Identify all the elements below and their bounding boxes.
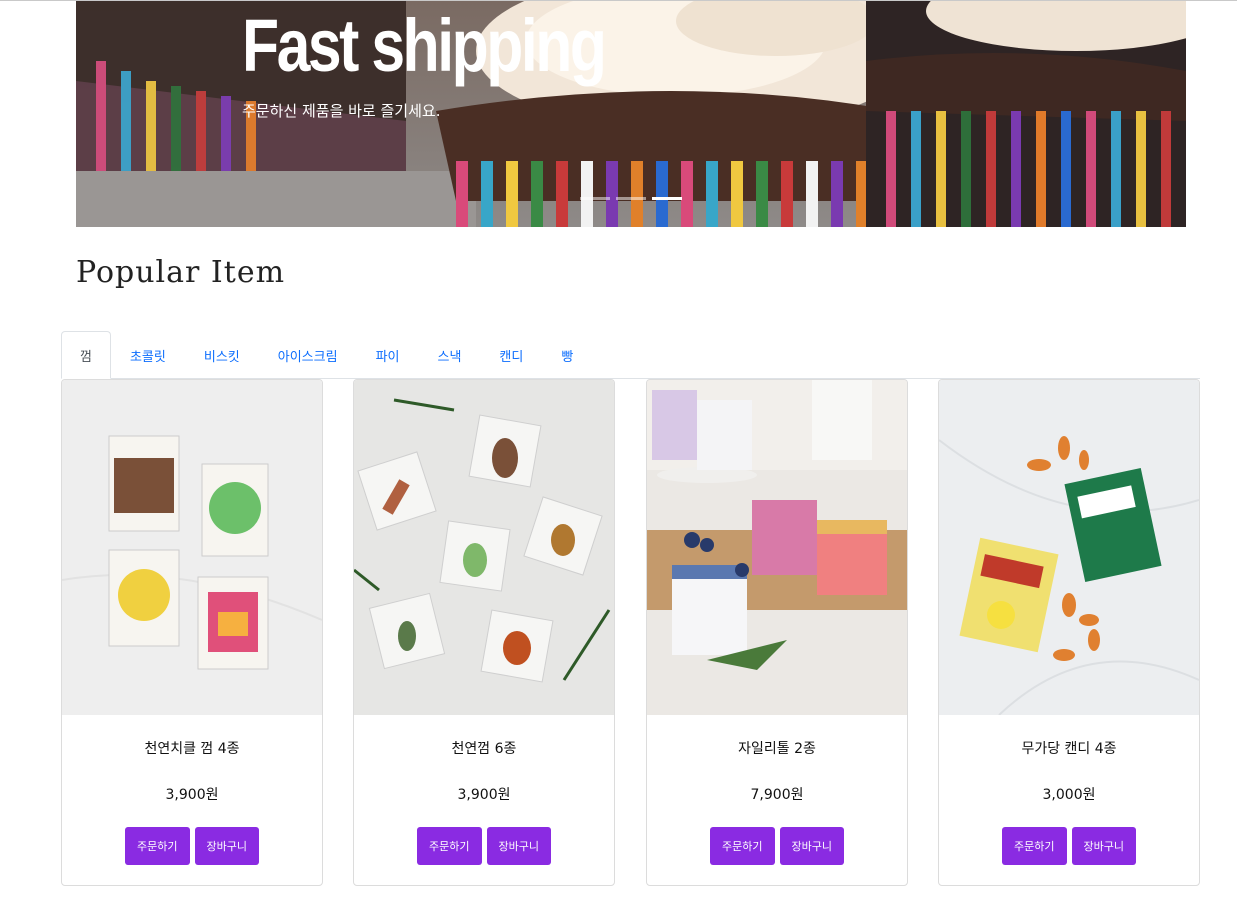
order-button[interactable]: 주문하기	[125, 827, 190, 865]
order-button[interactable]: 주문하기	[417, 827, 482, 865]
order-button[interactable]: 주문하기	[710, 827, 775, 865]
product-card: 무가당 캔디 4종 3,000원 주문하기 장바구니	[938, 379, 1200, 886]
carousel-indicator-2[interactable]	[616, 197, 646, 200]
product-image[interactable]	[62, 380, 322, 715]
cart-button[interactable]: 장바구니	[1071, 827, 1136, 865]
tab-gum[interactable]: 껌	[61, 331, 111, 379]
tab-biscuit[interactable]: 비스킷	[185, 331, 259, 379]
product-price: 3,900원	[457, 787, 511, 803]
product-price: 3,000원	[1042, 787, 1096, 803]
carousel-indicators	[580, 197, 682, 200]
cart-button[interactable]: 장바구니	[194, 827, 259, 865]
product-image[interactable]	[939, 380, 1199, 715]
carousel-indicator-3[interactable]	[652, 197, 682, 200]
tab-candy[interactable]: 캔디	[480, 331, 542, 379]
product-price: 3,900원	[165, 787, 219, 803]
category-tabs: 껌 초콜릿 비스킷 아이스크림 파이 스낵 캔디 빵	[61, 331, 1200, 379]
tab-pie[interactable]: 파이	[357, 331, 419, 379]
product-card: 천연껌 6종 3,900원 주문하기 장바구니	[353, 379, 615, 886]
product-image[interactable]	[647, 380, 907, 715]
hero-subtitle: 주문하신 제품을 바로 즐기세요.	[242, 102, 441, 120]
product-card: 천연치클 껌 4종 3,900원 주문하기 장바구니	[61, 379, 323, 886]
tab-bread[interactable]: 빵	[542, 331, 592, 379]
hero-title: Fast shipping	[242, 4, 607, 87]
tab-snack[interactable]: 스낵	[418, 331, 480, 379]
cart-button[interactable]: 장바구니	[486, 827, 551, 865]
section-title: Popular Item	[76, 255, 286, 290]
product-name: 무가당 캔디 4종	[1021, 741, 1117, 757]
product-price: 7,900원	[750, 787, 804, 803]
cart-button[interactable]: 장바구니	[779, 827, 844, 865]
carousel-indicator-1[interactable]	[580, 197, 610, 200]
product-name: 천연치클 껌 4종	[144, 741, 240, 757]
product-image[interactable]	[354, 380, 614, 715]
order-button[interactable]: 주문하기	[1002, 827, 1067, 865]
hero-carousel[interactable]: Fast shipping 주문하신 제품을 바로 즐기세요.	[76, 1, 1186, 227]
tab-chocolate[interactable]: 초콜릿	[111, 331, 185, 379]
product-name: 자일리톨 2종	[738, 741, 816, 757]
tab-icecream[interactable]: 아이스크림	[259, 331, 357, 379]
product-name: 천연껌 6종	[451, 741, 517, 757]
product-card: 자일리톨 2종 7,900원 주문하기 장바구니	[646, 379, 908, 886]
